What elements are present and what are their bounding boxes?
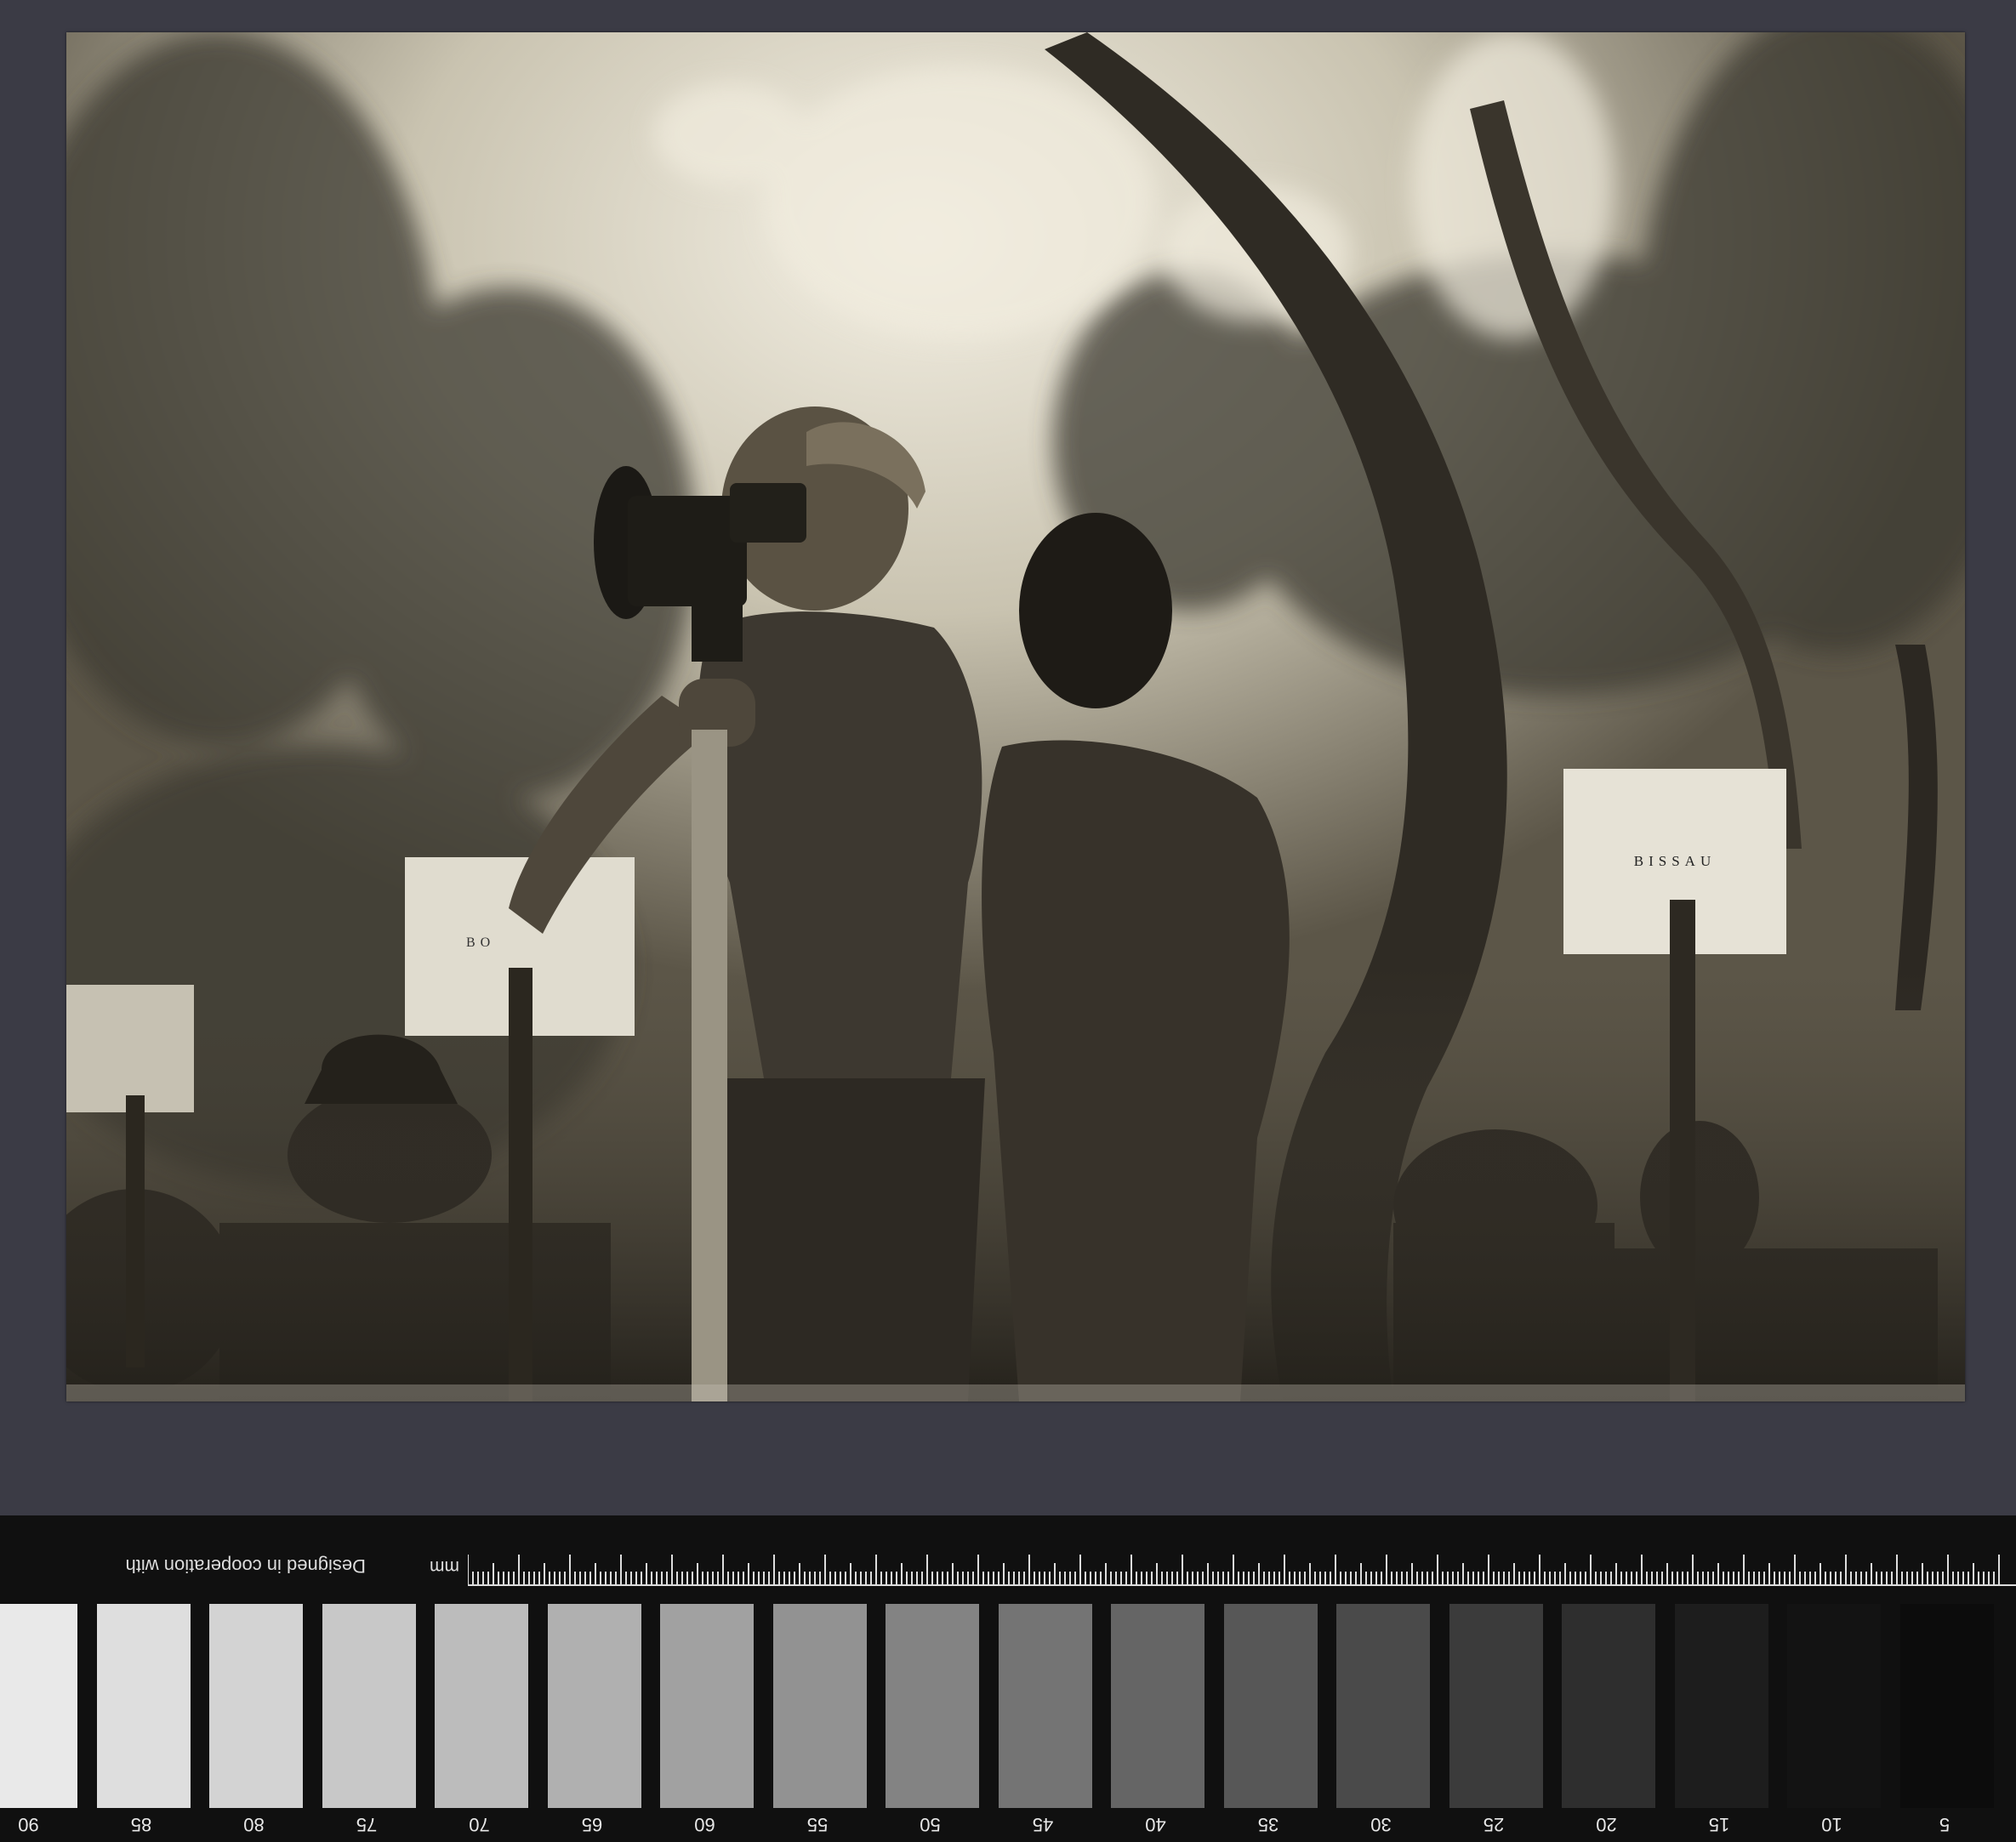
gray-patch bbox=[1675, 1604, 1768, 1808]
gray-patch bbox=[660, 1604, 755, 1808]
patch-number: 30 bbox=[1370, 1814, 1392, 1835]
gray-patch bbox=[1336, 1604, 1431, 1808]
patch-number: 10 bbox=[1821, 1814, 1842, 1835]
placard-far-left bbox=[66, 985, 194, 1112]
gray-patch bbox=[0, 1604, 78, 1808]
gray-patch bbox=[209, 1604, 304, 1808]
gray-patch bbox=[886, 1604, 980, 1808]
placard-bissau-pole bbox=[1670, 900, 1695, 1401]
placard-left-pole bbox=[509, 968, 532, 1401]
patch-number: 85 bbox=[130, 1814, 152, 1835]
tripod-pole bbox=[692, 730, 727, 1401]
placard-bissau-text: BISSAU bbox=[1634, 853, 1716, 869]
patch-number: 40 bbox=[1145, 1814, 1166, 1835]
gray-patch bbox=[1449, 1604, 1543, 1808]
patch-number: 80 bbox=[243, 1814, 265, 1835]
gray-patch bbox=[1900, 1604, 1994, 1808]
patch-number: 50 bbox=[920, 1814, 941, 1835]
placard-left-text: BO bbox=[466, 935, 495, 950]
mm-ruler bbox=[468, 1551, 2016, 1587]
gray-patch bbox=[548, 1604, 641, 1808]
color-scale-strip: mm Designed in cooperation with 5 10 15 20 2… bbox=[0, 1515, 2016, 1842]
credit-text: Designed in cooperation with bbox=[125, 1555, 366, 1577]
gray-patch bbox=[322, 1604, 416, 1808]
gray-patch bbox=[97, 1604, 191, 1808]
patch-number: 60 bbox=[694, 1814, 715, 1835]
patch-number: 75 bbox=[356, 1814, 378, 1835]
gray-patch bbox=[1562, 1604, 1656, 1808]
gray-patch bbox=[435, 1604, 529, 1808]
patch-number: 90 bbox=[18, 1814, 39, 1835]
patch-number: 55 bbox=[806, 1814, 829, 1835]
photo-edge bbox=[66, 1384, 1965, 1401]
placard-far-left-pole bbox=[126, 1095, 145, 1367]
gray-patch bbox=[999, 1604, 1092, 1808]
ruler-unit-label: mm bbox=[430, 1557, 459, 1577]
patch-number: 65 bbox=[581, 1814, 603, 1835]
patch-number: 15 bbox=[1708, 1814, 1730, 1835]
gray-patch bbox=[1787, 1604, 1882, 1808]
patch-number: 20 bbox=[1596, 1814, 1617, 1835]
patch-number: 70 bbox=[469, 1814, 490, 1835]
patch-number: 45 bbox=[1032, 1814, 1054, 1835]
gray-patches bbox=[0, 1604, 2016, 1808]
gray-patch bbox=[1111, 1604, 1205, 1808]
photo-scene: BO BISSAU bbox=[66, 32, 1965, 1401]
gray-patch bbox=[773, 1604, 867, 1808]
gray-patch bbox=[1224, 1604, 1318, 1808]
archival-photograph: BO BISSAU bbox=[66, 32, 1965, 1401]
patch-number: 5 bbox=[1939, 1814, 1951, 1835]
patch-number: 25 bbox=[1483, 1814, 1505, 1835]
patch-number: 35 bbox=[1257, 1814, 1279, 1835]
